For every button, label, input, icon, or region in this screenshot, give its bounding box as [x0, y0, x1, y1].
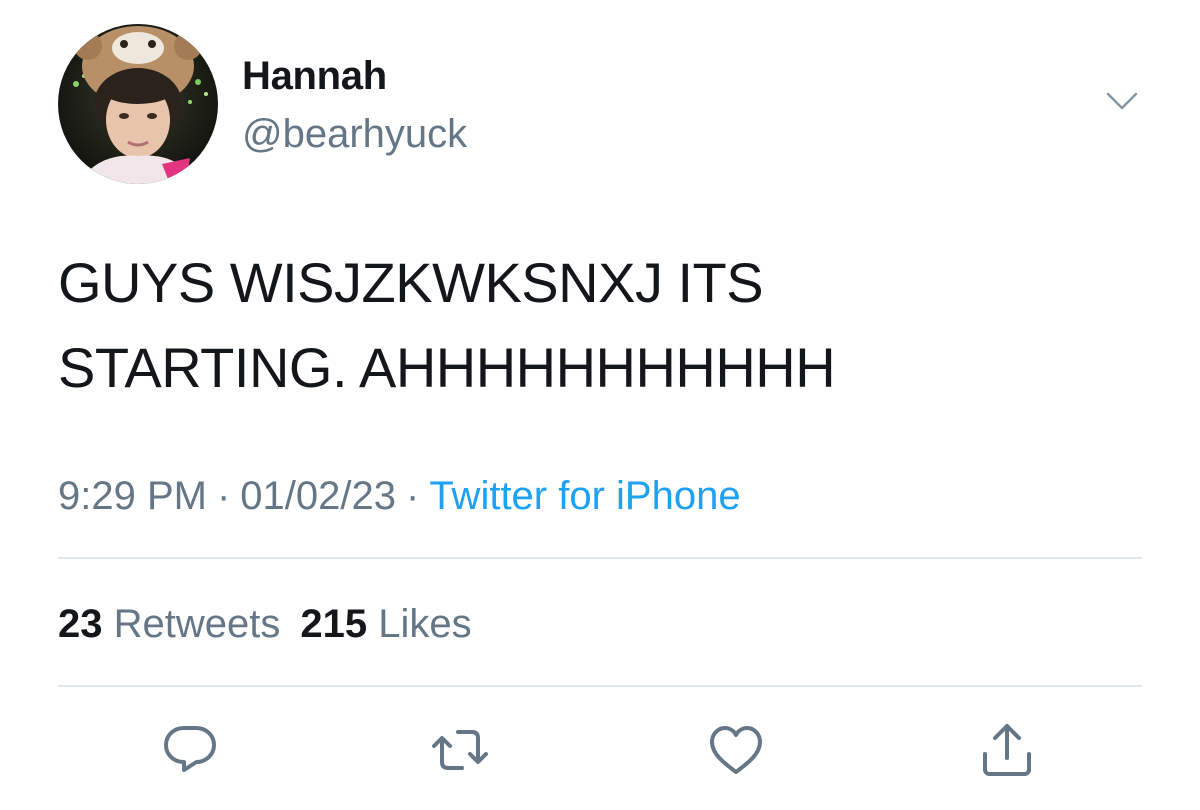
retweet-button[interactable] — [428, 718, 492, 782]
share-button[interactable] — [975, 718, 1039, 782]
tweet-stats: 23 Retweets 215 Likes — [58, 598, 472, 650]
avatar-image — [58, 24, 218, 184]
tweet-source-link[interactable]: Twitter for iPhone — [429, 474, 740, 518]
avatar[interactable] — [58, 24, 218, 184]
heart-icon — [710, 726, 762, 774]
retweets-label: Retweets — [113, 602, 281, 646]
likes-label: Likes — [378, 602, 472, 646]
reply-icon — [164, 726, 216, 772]
divider — [58, 685, 1142, 687]
tweet-time: 9:29 PM — [58, 474, 207, 518]
tweet-detail: Hannah @bearhyuck GUYS WISJZKWKSNXJ ITS … — [0, 0, 1200, 810]
chevron-down-icon[interactable] — [1100, 84, 1144, 120]
likes-count: 215 — [300, 602, 368, 646]
retweets-stat[interactable]: 23 Retweets — [58, 602, 280, 646]
tweet-meta: 9:29 PM · 01/02/23 · Twitter for iPhone — [58, 470, 741, 522]
like-button[interactable] — [704, 718, 768, 782]
reply-button[interactable] — [158, 718, 222, 782]
user-handle[interactable]: @bearhyuck — [242, 110, 467, 158]
meta-separator: · — [406, 474, 420, 518]
retweets-count: 23 — [58, 602, 103, 646]
divider — [58, 557, 1142, 559]
display-name[interactable]: Hannah — [242, 52, 387, 100]
tweet-date: 01/02/23 — [240, 474, 396, 518]
meta-separator: · — [216, 474, 231, 518]
retweet-icon — [432, 730, 488, 770]
likes-stat[interactable]: 215 Likes — [300, 602, 471, 646]
share-icon — [983, 724, 1031, 776]
tweet-text: GUYS WISJZKWKSNXJ ITS STARTING. AHHHHHHH… — [58, 251, 836, 399]
